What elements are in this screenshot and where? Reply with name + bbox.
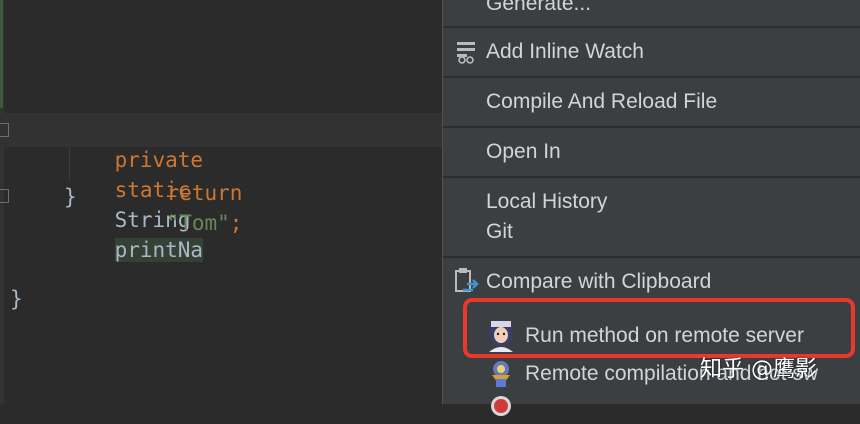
menu-item-label: Compile And Reload File xyxy=(486,90,718,113)
menu-item-git[interactable]: Git xyxy=(443,217,860,247)
menu-separator xyxy=(443,176,860,178)
menu-item-label: Local History xyxy=(486,190,608,213)
menu-separator xyxy=(443,76,860,78)
menu-item-local-history[interactable]: Local History xyxy=(443,187,860,217)
inline-watch-icon xyxy=(455,40,477,68)
code-line-method-close-brace[interactable]: } xyxy=(64,182,77,212)
code-line-method-signature[interactable]: private static String printNa xyxy=(64,115,204,262)
keyword-return: return xyxy=(166,181,243,205)
menu-item-label: Compare with Clipboard xyxy=(486,270,712,293)
menu-separator xyxy=(443,26,860,28)
fold-marker-open[interactable] xyxy=(0,123,9,137)
code-line-class-close-brace[interactable]: } xyxy=(10,284,23,314)
fold-marker-close[interactable] xyxy=(0,189,9,203)
string-literal: "Tom" xyxy=(166,211,230,235)
menu-item-label: Generate... xyxy=(486,0,592,15)
menu-separator xyxy=(443,126,860,128)
vcs-change-marker xyxy=(0,0,3,108)
compare-clipboard-icon xyxy=(453,268,479,300)
code-line-return[interactable]: return "Tom"; xyxy=(116,148,243,235)
watermark-text: 知乎 @鹰影 xyxy=(700,357,817,382)
arthas-medal-icon xyxy=(487,359,515,393)
menu-item-plugin-partial[interactable] xyxy=(443,394,860,424)
menu-item-compare-clipboard[interactable]: Compare with Clipboard xyxy=(443,267,860,297)
menu-separator xyxy=(443,256,860,258)
code-editor[interactable]: private static String printNa return "To… xyxy=(0,0,442,404)
menu-item-open-in[interactable]: Open In xyxy=(443,137,860,167)
menu-item-compile-reload[interactable]: Compile And Reload File xyxy=(443,87,860,117)
menu-item-label: Git xyxy=(486,220,513,243)
menu-item-label: Add Inline Watch xyxy=(486,40,644,63)
red-plugin-icon xyxy=(489,394,513,422)
annotation-highlight-box xyxy=(463,298,855,358)
semicolon: ; xyxy=(229,211,243,235)
menu-item-label: Open In xyxy=(486,140,561,163)
menu-item-generate[interactable]: Generate... xyxy=(443,0,860,19)
menu-item-add-inline-watch[interactable]: Add Inline Watch xyxy=(443,37,860,67)
